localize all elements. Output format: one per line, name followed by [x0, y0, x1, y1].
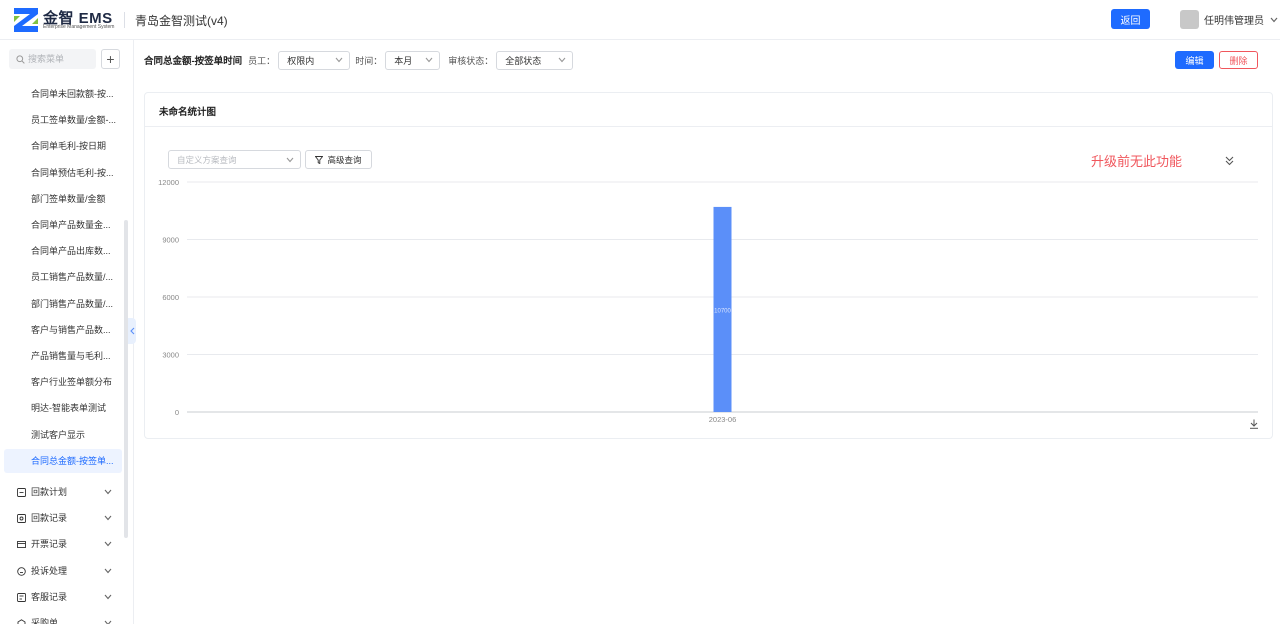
chevron-down-icon[interactable] [1270, 17, 1278, 23]
chart-x-ticks: 2023-06 [709, 415, 737, 424]
time-value: 本月 [394, 55, 413, 66]
chart-card-title: 未命名统计图 [159, 107, 217, 118]
chevron-down-icon [104, 568, 112, 573]
top-bar: 金智 EMS Enterprise Management System 青岛金智… [0, 0, 1280, 40]
sidebar-group-label: 回款记录 [31, 513, 68, 524]
chevron-down-icon [104, 515, 112, 521]
sidebar-item[interactable]: 产品销售量与毛利... [4, 344, 122, 368]
sidebar-group[interactable]: 回款计划 [0, 480, 124, 504]
sidebar-item[interactable]: 合同单预估毛利-按... [4, 161, 122, 185]
complaint-icon [17, 566, 26, 576]
employee-value: 权限内 [287, 55, 315, 66]
search-input[interactable] [28, 54, 96, 64]
chevron-down-icon [425, 57, 433, 63]
scheme-query-placeholder: 自定义方案查询 [177, 154, 237, 165]
chart-y-tick-label: 12000 [158, 178, 179, 187]
page-title: 合同总金额-按签单时间 [144, 56, 243, 67]
logo-subtitle: Enterprise Management System [43, 24, 115, 30]
logo-mark-icon [14, 8, 38, 32]
invoice-icon [17, 541, 26, 549]
advanced-query-button[interactable]: 高级查询 [305, 150, 372, 169]
delete-button[interactable]: 删除 [1219, 51, 1258, 69]
chevron-left-icon[interactable] [129, 327, 135, 335]
app-root: 金智 EMS Enterprise Management System 青岛金智… [0, 0, 1280, 624]
chart-y-tick-label: 6000 [162, 293, 179, 302]
sidebar-item[interactable]: 客户行业签单额分布 [4, 370, 122, 394]
sidebar-scrollbar[interactable] [124, 220, 128, 538]
chart-bars: 10700 [713, 206, 732, 412]
user-name[interactable]: 任明伟管理员 [1204, 12, 1264, 27]
card-divider [145, 126, 1272, 127]
chart-data-label: 10700 [714, 308, 731, 314]
chart-y-ticks: 0 3000 6000 9000 12000 [158, 178, 179, 417]
sidebar-group-label: 开票记录 [31, 539, 68, 550]
sidebar-group[interactable]: 投诉处理 [0, 559, 124, 583]
employee-label: 员工： [248, 55, 276, 66]
chevron-down-icon [104, 489, 112, 495]
search-icon [16, 54, 25, 64]
avatar[interactable] [1180, 10, 1199, 29]
status-label: 审核状态： [448, 55, 494, 66]
time-label: 时间： [355, 55, 383, 66]
sidebar-collapse-handle[interactable] [128, 318, 136, 344]
header-divider [124, 12, 125, 28]
app-title: 青岛金智测试(v4) [135, 14, 228, 28]
back-button[interactable]: 返回 [1111, 9, 1150, 29]
chevron-down-icon [335, 57, 343, 63]
add-menu-button[interactable]: + [101, 49, 120, 69]
sidebar-item[interactable]: 合同单产品出库数... [4, 239, 122, 263]
chart-x-tick-label: 2023-06 [709, 415, 737, 424]
status-select[interactable]: 全部状态 [496, 50, 574, 70]
chart-card: 未命名统计图 自定义方案查询 高级查询 升级前无此功能 0 3000 6000 900… [144, 92, 1273, 439]
sidebar-item[interactable]: 部门销售产品数量/... [4, 292, 122, 316]
download-icon[interactable] [1249, 419, 1259, 429]
edit-button[interactable]: 编辑 [1175, 51, 1214, 69]
chevron-down-icon [104, 542, 112, 547]
sidebar-group-label: 投诉处理 [31, 565, 68, 576]
sidebar-group[interactable]: 采购单 [0, 611, 124, 624]
time-select[interactable]: 本月 [385, 50, 441, 70]
sidebar-group[interactable]: 客服记录 [0, 585, 124, 609]
sidebar-item[interactable]: 合同单毛利-按日期 [4, 134, 122, 158]
sidebar-item[interactable]: 合同单产品数量金... [4, 213, 122, 237]
upgrade-note: 升级前无此功能 [1091, 154, 1183, 169]
money-plan-icon [17, 488, 26, 497]
chevron-down-icon [286, 157, 294, 162]
bar-chart: 0 3000 6000 9000 12000 10700 2023-06 [158, 178, 1258, 424]
sidebar-group[interactable]: 开票记录 [0, 532, 124, 556]
filter-icon [315, 155, 324, 164]
chevron-down-icon [104, 620, 112, 624]
money-record-icon [17, 514, 26, 524]
sidebar-group-label: 采购单 [31, 618, 59, 624]
sidebar-item[interactable]: 合同单未回款额-按... [4, 82, 122, 106]
sidebar-item[interactable]: 员工签单数量/金额-... [4, 108, 122, 132]
double-chevron-down-icon[interactable] [1225, 156, 1234, 166]
employee-select[interactable]: 权限内 [278, 50, 351, 70]
sidebar-item[interactable]: 测试客户显示 [4, 423, 122, 447]
service-icon [17, 592, 26, 602]
purchase-icon [17, 619, 26, 624]
sidebar-item[interactable]: 客户与销售产品数... [4, 318, 122, 342]
chart-y-tick-label: 0 [175, 408, 179, 417]
sidebar-item[interactable]: 部门签单数量/金额 [4, 187, 122, 211]
status-value: 全部状态 [505, 55, 542, 66]
chevron-down-icon [104, 594, 112, 600]
sidebar-group-label: 回款计划 [31, 487, 68, 497]
advanced-query-label: 高级查询 [327, 154, 362, 165]
chart-y-tick-label: 3000 [162, 351, 179, 360]
sidebar-item[interactable]: 员工销售产品数量/... [4, 265, 122, 289]
sidebar-item[interactable]: 合同总金额-按签单... [4, 448, 122, 473]
sidebar: + 合同单未回款额-按...员工签单数量/金额-...合同单毛利-按日期合同单预… [0, 40, 134, 624]
chart-y-tick-label: 9000 [162, 236, 179, 245]
sidebar-item[interactable]: 明达-智能表单测试 [4, 396, 122, 420]
sidebar-group[interactable]: 回款记录 [0, 506, 124, 530]
scheme-query-select[interactable]: 自定义方案查询 [168, 150, 301, 169]
search-box[interactable] [9, 49, 96, 69]
sidebar-group-label: 客服记录 [31, 591, 68, 602]
filter-toolbar: 合同总金额-按签单时间 员工： 权限内 时间： 本月 审核状态： 全部状态 [144, 50, 578, 70]
logo: 金智 EMS Enterprise Management System [14, 7, 116, 33]
user-menu[interactable]: 任明伟管理员 [1180, 10, 1278, 29]
chevron-down-icon [558, 57, 566, 63]
